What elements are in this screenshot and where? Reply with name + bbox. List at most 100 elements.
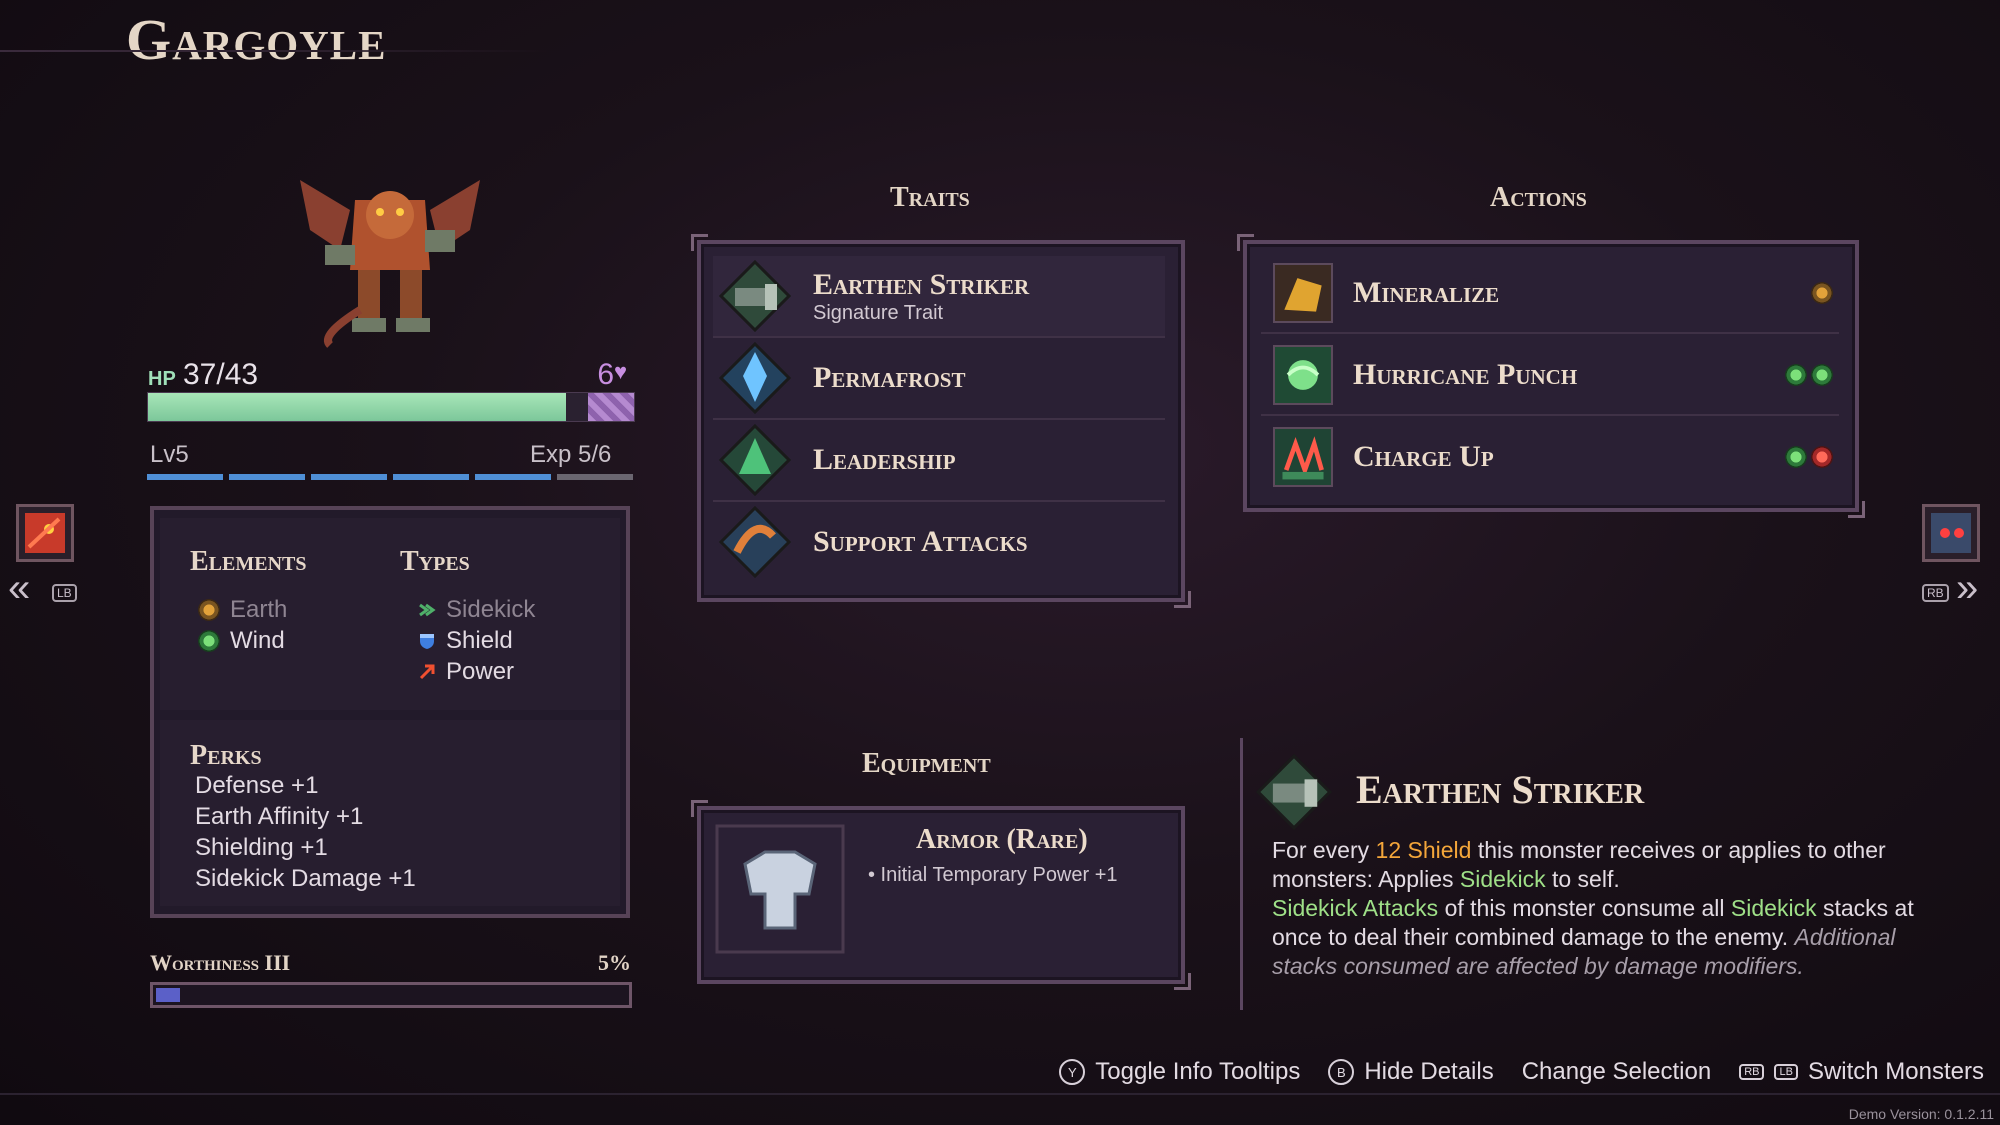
types-title: Types (400, 546, 470, 577)
wind-element-icon (1811, 364, 1833, 386)
level-text: Lv5 (150, 441, 189, 468)
elements-title: Elements (190, 546, 307, 577)
mineralize-icon (1273, 263, 1333, 323)
leadership-icon (719, 424, 791, 496)
trait-name: Leadership (813, 443, 956, 476)
earth-element-icon (1811, 282, 1833, 304)
trait-earthen-striker[interactable]: Earthen Striker Signature Trait (713, 256, 1165, 338)
controls-hint-bar: Y Toggle Info Tooltips B Hide Details Ch… (1059, 1058, 1984, 1086)
armor-icon (715, 824, 845, 954)
trait-permafrost[interactable]: Permafrost (713, 338, 1165, 420)
gargoyle-sprite (300, 180, 480, 348)
action-hurricane-punch[interactable]: Hurricane Punch (1261, 336, 1839, 416)
prev-monster-arrow-icon[interactable]: « (8, 566, 30, 611)
action-name: Hurricane Punch (1353, 358, 1578, 391)
worthiness-label: Worthiness III (150, 950, 291, 975)
prev-monster-icon (25, 513, 65, 553)
worthiness-percent: 5% (598, 950, 631, 975)
hide-details-hint[interactable]: Hide Details (1364, 1058, 1493, 1086)
next-monster-arrow-icon[interactable]: » (1956, 566, 1978, 611)
action-mineralize[interactable]: Mineralize (1261, 254, 1839, 334)
perks-list: Defense +1 Earth Affinity +1 Shielding +… (195, 772, 416, 896)
monster-name: Gargoyle (126, 7, 387, 72)
fire-element-icon (1811, 446, 1833, 468)
type-sidekick: Sidekick (418, 594, 535, 625)
actions-panel: Mineralize Hurricane Punch Charge Up (1237, 234, 1865, 518)
version-text: Demo Version: 0.1.2.11 (1848, 1106, 1994, 1122)
perk-item: Shielding +1 (195, 834, 328, 861)
title-divider (0, 50, 550, 52)
equipment-title: Equipment (862, 748, 991, 779)
shield-value: 6 (597, 358, 614, 391)
actions-title: Actions (1490, 182, 1587, 213)
action-name: Charge Up (1353, 440, 1494, 473)
trait-name: Permafrost (813, 361, 966, 394)
footer-divider (0, 1093, 2000, 1095)
next-monster-icon (1931, 513, 1971, 553)
earthen-striker-icon (1256, 754, 1332, 830)
earth-element-icon (198, 598, 220, 621)
y-button-icon: Y (1059, 1059, 1086, 1085)
perk-item: Earth Affinity +1 (195, 803, 364, 830)
sidekick-type-icon (419, 603, 436, 616)
action-cost (1811, 282, 1833, 304)
perk-item: Sidekick Damage +1 (195, 865, 416, 892)
power-type-icon (419, 664, 435, 679)
b-button-icon: B (1328, 1059, 1355, 1085)
exp-text: Exp 5/6 (530, 441, 612, 468)
detail-paragraph-1: For every 12 Shield this monster receive… (1272, 837, 1886, 892)
detail-title: Earthen Striker (1356, 767, 1645, 812)
shield-heart-icon: ♥ (614, 359, 628, 384)
hurricane-punch-icon (1273, 345, 1333, 405)
change-selection-hint[interactable]: Change Selection (1522, 1058, 1711, 1086)
hp-bar (147, 392, 635, 422)
equipment-name: Armor (Rare) (916, 824, 1088, 855)
type-power: Power (418, 656, 535, 687)
hp-bar-fill (148, 393, 566, 421)
prev-monster-portrait[interactable] (16, 504, 74, 562)
permafrost-icon (719, 342, 791, 414)
detail-description: For every 12 Shield this monster receive… (1272, 836, 1962, 981)
switch-monsters-hint[interactable]: Switch Monsters (1808, 1058, 1984, 1086)
trait-leadership[interactable]: Leadership (713, 420, 1165, 502)
rb-button-hint: RB (1922, 584, 1949, 602)
worthiness-bar-fill (156, 988, 180, 1002)
exp-segment (311, 474, 387, 480)
hp-label: HP (148, 368, 176, 390)
perks-title: Perks (190, 740, 262, 771)
exp-segment (475, 474, 551, 480)
shield-type-icon (420, 633, 434, 649)
action-charge-up[interactable]: Charge Up (1261, 418, 1839, 496)
support-attacks-icon (719, 506, 791, 578)
wind-element-icon (198, 629, 220, 652)
element-earth: Earth (198, 594, 287, 625)
trait-name: Support Attacks (813, 525, 1028, 558)
perk-item: Defense +1 (195, 772, 319, 799)
wind-element-icon (1785, 364, 1807, 386)
action-cost (1785, 446, 1833, 468)
hp-value: 37/43 (183, 358, 259, 391)
detail-paragraph-2: Sidekick Attacks of this monster consume… (1272, 895, 1914, 979)
hp-row: HP 37/43 6 ♥ (148, 356, 634, 392)
hp-shield-overlay (588, 393, 634, 421)
exp-segment (393, 474, 469, 480)
type-shield: Shield (418, 625, 535, 656)
element-wind: Wind (198, 625, 287, 656)
lb-button-icon: LB (1774, 1064, 1798, 1080)
action-name: Mineralize (1353, 276, 1500, 309)
toggle-tooltips-hint[interactable]: Toggle Info Tooltips (1095, 1058, 1300, 1086)
types-list: Sidekick Shield Power (418, 594, 535, 687)
wind-element-icon (1785, 446, 1807, 468)
elements-list: Earth Wind (198, 594, 287, 656)
equipment-description: • Initial Temporary Power +1 (868, 864, 1118, 886)
trait-support-attacks[interactable]: Support Attacks (713, 502, 1165, 582)
worthiness-bar (150, 982, 632, 1008)
exp-segment (147, 474, 223, 480)
rb-button-icon: RB (1739, 1064, 1765, 1080)
trait-subtitle: Signature Trait (813, 301, 944, 324)
exp-segment (229, 474, 305, 480)
exp-segment (557, 474, 633, 480)
traits-title: Traits (890, 182, 970, 213)
charge-up-icon (1273, 427, 1333, 487)
next-monster-portrait[interactable] (1922, 504, 1980, 562)
